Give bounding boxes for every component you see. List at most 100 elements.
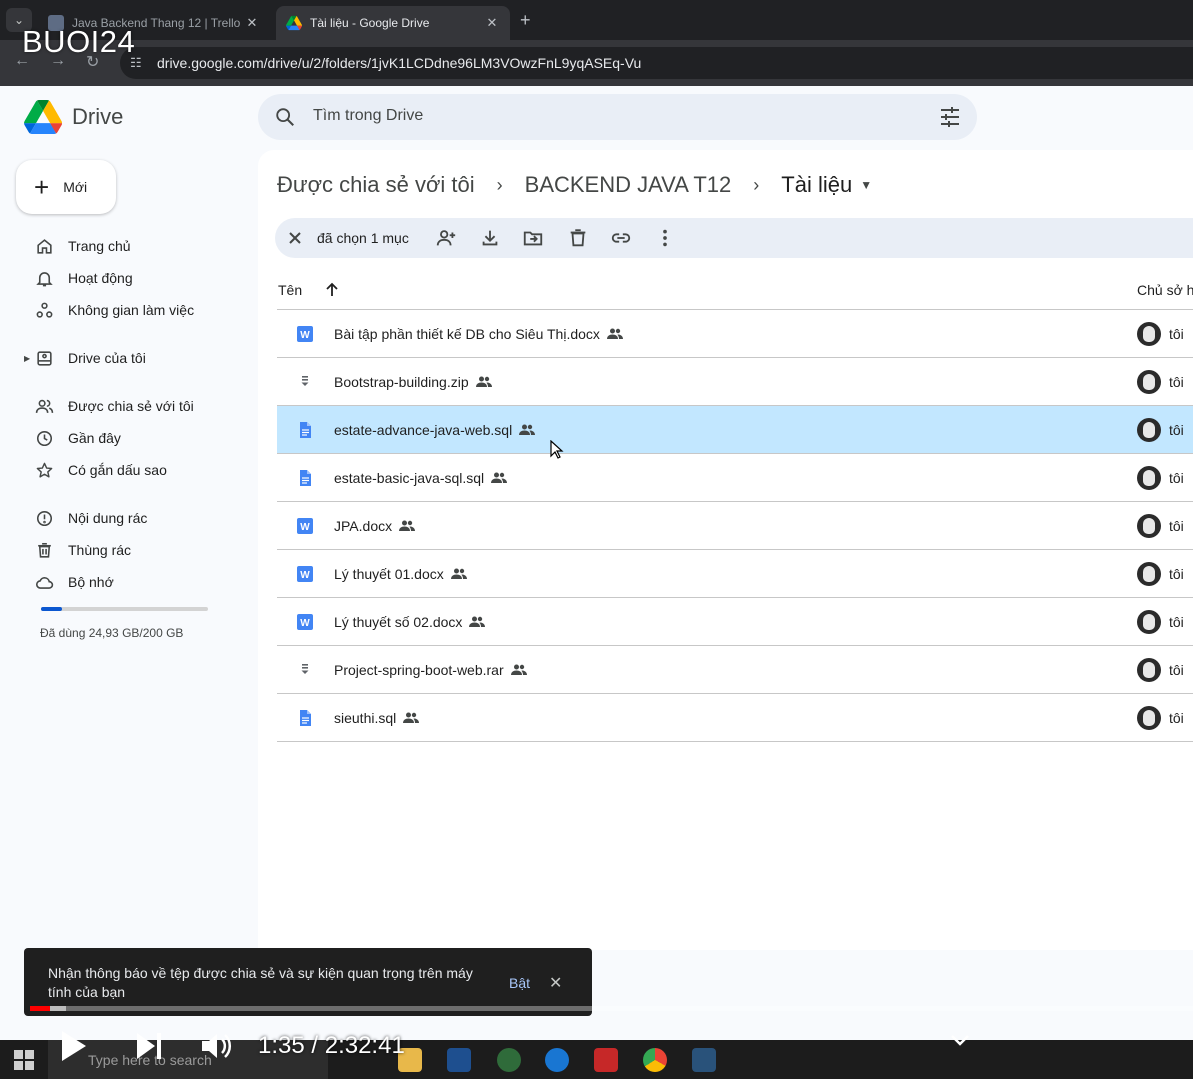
video-time-display: 1:35 / 2:32:41 [258, 1032, 405, 1059]
plus-icon: + [34, 172, 50, 202]
file-name-text: sieuthi.sql [334, 710, 397, 726]
breadcrumb-current[interactable]: Tài liệu [781, 172, 852, 198]
cloud-icon [24, 573, 64, 592]
copy-link-icon[interactable] [610, 227, 632, 249]
storage-usage-fill [41, 607, 62, 611]
share-add-person-icon[interactable] [435, 227, 457, 249]
file-name[interactable]: Project-spring-boot-web.rar [334, 662, 527, 679]
file-name[interactable]: Bài tập phần thiết kế DB cho Siêu Thị.do… [334, 326, 623, 343]
zoom-icon[interactable] [545, 1048, 569, 1072]
caret-down-icon[interactable]: ▼ [860, 178, 872, 192]
video-overlay-title: BUOI24 [22, 24, 136, 59]
drive-logo[interactable]: Drive [24, 100, 123, 134]
avatar [1137, 418, 1161, 442]
sidebar-item-starred[interactable]: Có gắn dấu sao [24, 455, 167, 485]
file-row[interactable]: Project-spring-boot-web.rar tôi [277, 646, 1193, 694]
file-name[interactable]: Lý thuyết 01.docx [334, 566, 467, 583]
file-row[interactable]: W Bài tập phần thiết kế DB cho Siêu Thị.d… [277, 310, 1193, 358]
tab-close-icon[interactable]: ✕ [244, 15, 260, 31]
sidebar-item-workspaces[interactable]: Không gian làm việc [24, 295, 194, 325]
file-name[interactable]: Lý thuyết số 02.docx [334, 614, 486, 631]
column-header-owner[interactable]: Chủ sở h [1137, 282, 1193, 298]
next-video-icon[interactable] [134, 1028, 164, 1064]
volume-icon[interactable] [198, 1028, 234, 1064]
clear-selection-icon[interactable] [285, 228, 305, 248]
file-row[interactable]: Bootstrap-building.zip tôi [277, 358, 1193, 406]
shared-people-icon [491, 471, 508, 487]
my-drive-icon [24, 349, 64, 368]
new-tab-button[interactable]: + [520, 10, 531, 31]
url-text[interactable]: drive.google.com/drive/u/2/folders/1jvK1… [157, 55, 641, 71]
file-name[interactable]: estate-basic-java-sql.sql [334, 470, 508, 487]
sidebar-item-label: Được chia sẻ với tôi [68, 398, 194, 414]
file-name-text: Lý thuyết 01.docx [334, 566, 444, 582]
search-icon[interactable] [274, 106, 296, 128]
google-doc-icon [297, 710, 313, 726]
sidebar-item-my-drive[interactable]: Drive của tôi [24, 343, 146, 373]
file-row[interactable]: W JPA.docx tôi [277, 502, 1193, 550]
file-row[interactable]: estate-basic-java-sql.sql tôi [277, 454, 1193, 502]
shared-people-icon [469, 615, 486, 631]
sidebar-item-storage[interactable]: Bộ nhớ [24, 567, 114, 597]
video-progress-bar[interactable] [30, 1006, 1193, 1011]
trash-icon[interactable] [567, 227, 589, 249]
sidebar-item-trash[interactable]: Thùng rác [24, 535, 131, 565]
tab-close-icon[interactable]: ✕ [484, 15, 500, 31]
more-vert-icon[interactable] [654, 227, 676, 249]
trash-icon [24, 541, 64, 560]
word-doc-icon: W [297, 518, 313, 534]
windows-start-icon[interactable] [14, 1050, 34, 1070]
download-icon[interactable] [479, 227, 501, 249]
file-name[interactable]: sieuthi.sql [334, 710, 420, 727]
play-icon[interactable] [58, 1028, 88, 1064]
close-icon[interactable]: ✕ [549, 973, 562, 993]
sidebar-item-spam[interactable]: Nội dung rác [24, 503, 147, 533]
sidebar-item-shared-with-me[interactable]: Được chia sẻ với tôi [24, 391, 194, 421]
avatar [1137, 514, 1161, 538]
file-row-selected[interactable]: estate-advance-java-web.sql tôi [277, 406, 1193, 454]
owner-name: tôi [1169, 566, 1184, 582]
sidebar-item-recent[interactable]: Gần đây [24, 423, 121, 453]
move-to-folder-icon[interactable] [522, 227, 544, 249]
file-name-text: estate-advance-java-web.sql [334, 422, 513, 438]
breadcrumb-item[interactable]: Được chia sẻ với tôi [277, 172, 475, 198]
shared-people-icon [450, 567, 467, 583]
archive-file-icon [297, 662, 313, 678]
sort-arrow-up-icon[interactable] [324, 282, 340, 298]
file-name-text: estate-basic-java-sql.sql [334, 470, 485, 486]
search-input[interactable] [313, 107, 913, 125]
file-name[interactable]: Bootstrap-building.zip [334, 374, 492, 391]
chevron-down-icon[interactable] [950, 1032, 970, 1048]
toast-enable-button[interactable]: Bật [509, 975, 530, 991]
address-bar[interactable]: ☷ drive.google.com/drive/u/2/folders/1jv… [120, 47, 1193, 79]
browser-tab-drive[interactable]: Tài liệu - Google Drive ✕ [276, 6, 510, 40]
mysql-workbench-icon[interactable] [692, 1048, 716, 1072]
file-name[interactable]: JPA.docx [334, 518, 416, 535]
sidebar-item-label: Không gian làm việc [68, 302, 195, 318]
breadcrumb-item[interactable]: BACKEND JAVA T12 [525, 172, 732, 198]
file-name[interactable]: estate-advance-java-web.sql [334, 422, 536, 439]
column-header-name[interactable]: Tên [278, 282, 302, 298]
chrome-icon[interactable] [643, 1048, 667, 1072]
search-options-icon[interactable] [939, 107, 961, 127]
browser-tab-strip: ⌄ Java Backend Thang 12 | Trello ✕ Tài l… [0, 0, 1193, 40]
file-row[interactable]: W Lý thuyết 01.docx tôi [277, 550, 1193, 598]
intellij-icon[interactable] [594, 1048, 618, 1072]
chevron-right-icon: › [496, 174, 503, 195]
shared-people-icon [606, 327, 623, 343]
file-row[interactable]: sieuthi.sql tôi [277, 694, 1193, 742]
file-row[interactable]: W Lý thuyết số 02.docx tôi [277, 598, 1193, 646]
file-name-text: JPA.docx [334, 518, 393, 534]
taskbar-app-icon[interactable] [447, 1048, 471, 1072]
search-bar[interactable] [258, 94, 977, 140]
owner-name: tôi [1169, 614, 1184, 630]
taskbar-app-icon[interactable] [497, 1048, 521, 1072]
avatar [1137, 610, 1161, 634]
new-button[interactable]: + Mới [16, 160, 116, 214]
sidebar-item-home[interactable]: Trang chủ [24, 231, 131, 261]
avatar [1137, 322, 1161, 346]
sidebar-item-activity[interactable]: Hoạt động [24, 263, 133, 293]
sidebar-item-label: Gần đây [68, 430, 121, 446]
word-doc-icon: W [297, 614, 313, 630]
file-name-text: Project-spring-boot-web.rar [334, 662, 504, 678]
